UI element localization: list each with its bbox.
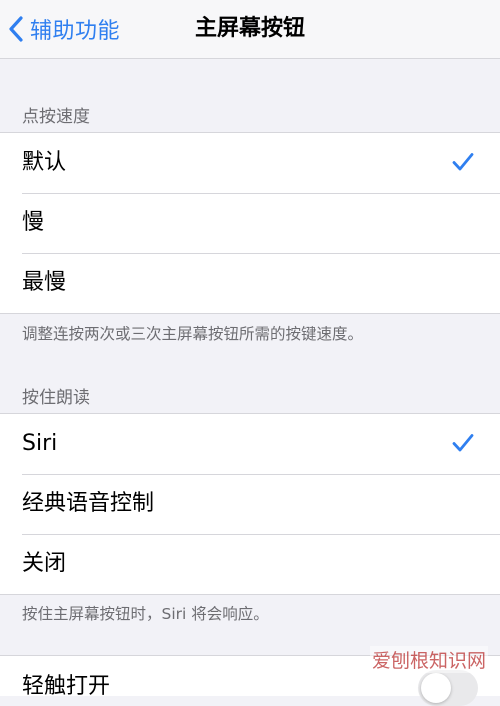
option-label: 最慢 <box>22 270 67 295</box>
option-label: 默认 <box>22 150 67 175</box>
toggle-switch[interactable] <box>418 670 478 706</box>
option-default[interactable]: 默认 <box>0 133 500 193</box>
click-speed-group: 默认 慢 最慢 <box>0 132 500 314</box>
watermark: 爱刨根知识网 <box>369 646 488 673</box>
back-button[interactable]: 辅助功能 <box>8 10 120 48</box>
chevron-left-icon <box>8 15 24 43</box>
checkmark-icon <box>452 152 474 176</box>
option-classic-voice-control[interactable]: 经典语音控制 <box>0 474 500 534</box>
back-label: 辅助功能 <box>30 19 121 44</box>
click-speed-footer: 调整连按两次或三次主屏幕按钮所需的按键速度。 <box>22 325 364 343</box>
option-slow[interactable]: 慢 <box>0 193 500 253</box>
option-label: 慢 <box>22 210 45 235</box>
option-label: Siri <box>22 431 58 456</box>
section-header-click-speed: 点按速度 <box>22 107 90 127</box>
section-header-press-to-speak: 按住朗读 <box>22 388 90 408</box>
partial-row-label: 轻触打开 <box>22 674 111 699</box>
navigation-bar: 辅助功能 主屏幕按钮 <box>0 0 500 59</box>
option-slowest[interactable]: 最慢 <box>0 253 500 313</box>
press-to-speak-footer: 按住主屏幕按钮时，Siri 将会响应。 <box>22 605 269 623</box>
option-label: 关闭 <box>22 551 67 576</box>
option-off[interactable]: 关闭 <box>0 534 500 594</box>
option-siri[interactable]: Siri <box>0 414 500 474</box>
checkmark-icon <box>452 433 474 457</box>
option-label: 经典语音控制 <box>22 491 155 516</box>
press-to-speak-group: Siri 经典语音控制 关闭 <box>0 413 500 595</box>
